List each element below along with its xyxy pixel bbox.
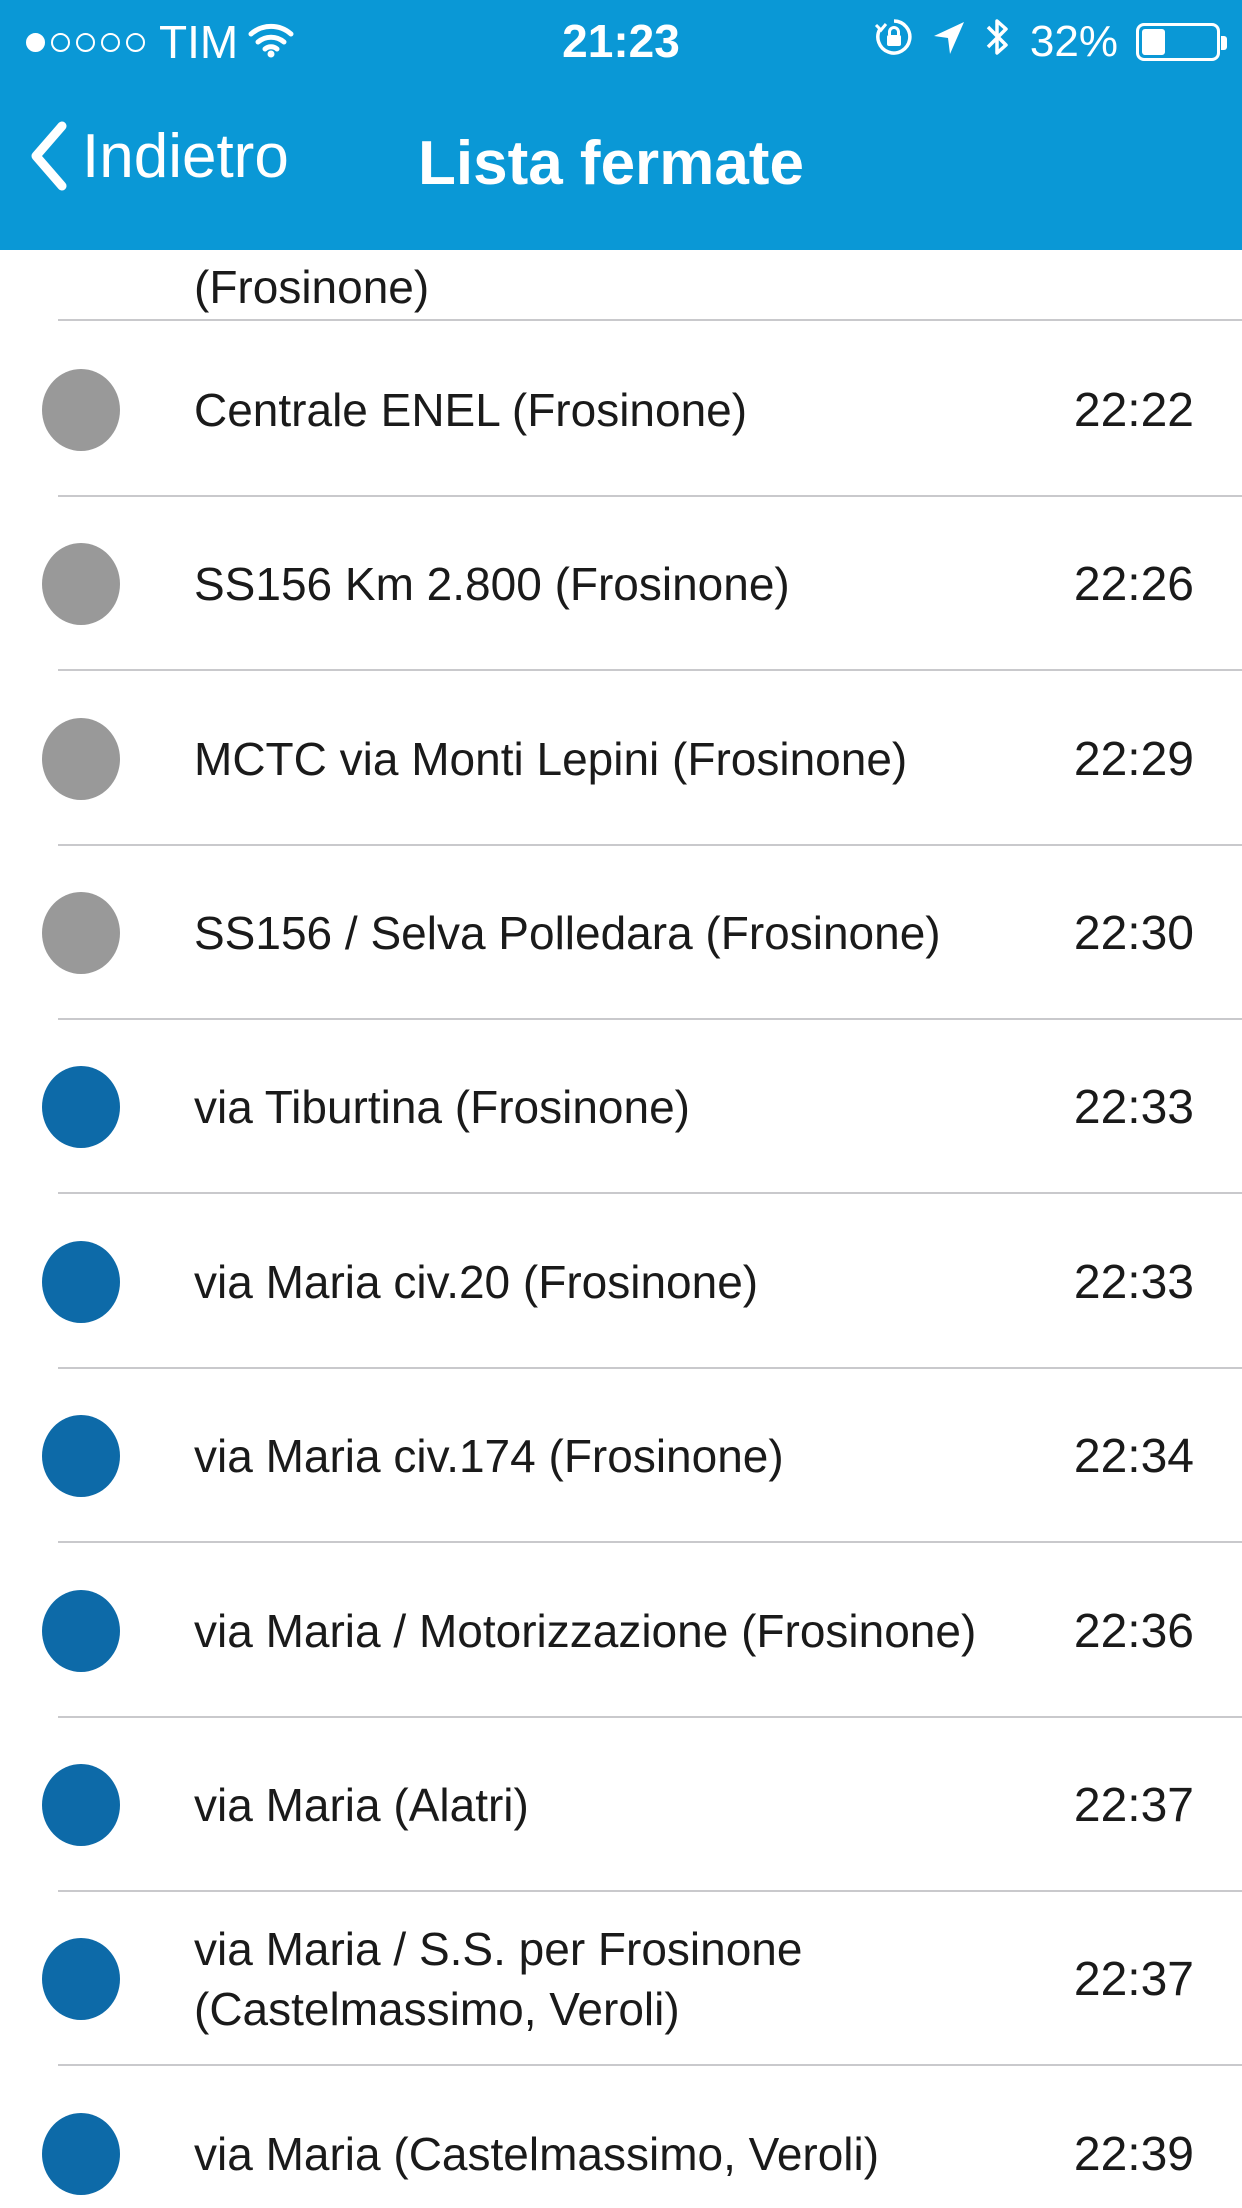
stop-time: 22:33	[1073, 1081, 1194, 1134]
stop-row[interactable]: MCTC via Monti Lepini (Frosinone) 22:29	[0, 672, 1242, 846]
stop-time: 22:33	[1073, 1256, 1194, 1309]
stop-row[interactable]: via Maria (Alatri) 22:37	[0, 1718, 1242, 1892]
stop-row[interactable]: SS156 Km 2.800 (Frosinone) 22:26	[0, 497, 1242, 671]
stop-list[interactable]: (Frosinone) Centrale ENEL (Frosinone) 22:2…	[0, 250, 1242, 2208]
bluetooth-icon	[984, 15, 1012, 70]
stop-status-dot	[42, 892, 120, 974]
stop-name: via Maria civ.20 (Frosinone)	[194, 1256, 759, 1308]
stop-status-dot	[42, 543, 120, 625]
stop-name: MCTC via Monti Lepini (Frosinone)	[194, 733, 908, 785]
stop-status-dot	[42, 369, 120, 451]
stop-row[interactable]: via Maria (Castelmassimo, Veroli) 22:39	[0, 2067, 1242, 2208]
back-button[interactable]: Indietro	[28, 120, 289, 192]
stop-time: 22:37	[1073, 1953, 1194, 2006]
battery-tip	[1221, 36, 1227, 50]
row-divider	[58, 2064, 1242, 2066]
stop-name: SS156 / Selva Polledara (Frosinone)	[194, 907, 941, 959]
stop-status-dot	[42, 1415, 120, 1497]
stop-row[interactable]: via Maria / Motorizzazione (Frosinone) 22…	[0, 1544, 1242, 1718]
stop-status-dot	[42, 1590, 120, 1672]
stop-status-dot	[42, 2113, 120, 2195]
stop-row[interactable]: SS156 / Selva Polledara (Frosinone) 22:30	[0, 846, 1242, 1020]
battery-icon	[1136, 23, 1227, 61]
stop-time: 22:37	[1073, 1779, 1194, 1832]
stop-name: via Maria (Alatri)	[194, 1779, 529, 1831]
status-right: 32%	[874, 14, 1227, 70]
stop-status-dot	[42, 718, 120, 800]
location-arrow-icon	[932, 17, 966, 67]
stop-name: Centrale ENEL (Frosinone)	[194, 384, 748, 436]
back-label: Indietro	[82, 121, 289, 191]
stop-row[interactable]: via Maria civ.174 (Frosinone) 22:34	[0, 1369, 1242, 1543]
stop-row[interactable]: (Frosinone)	[0, 250, 1242, 321]
battery-percent: 32%	[1029, 17, 1118, 66]
rotation-lock-icon	[874, 17, 914, 68]
stop-name: SS156 Km 2.800 (Frosinone)	[194, 558, 790, 610]
battery-level	[1142, 29, 1166, 55]
status-bar: TIM 21:23 32%	[0, 0, 1242, 84]
stop-name: via Maria / Motorizzazione (Frosinone)	[194, 1605, 977, 1657]
chevron-left-icon	[28, 120, 68, 192]
navigation-bar: Indietro Lista fermate	[0, 84, 1242, 250]
stop-time: 22:36	[1073, 1605, 1194, 1658]
stop-name: via Maria civ.174 (Frosinone)	[194, 1430, 784, 1482]
stop-row[interactable]: via Maria / S.S. per Frosinone (Castelma…	[0, 1892, 1242, 2066]
stop-name: (Frosinone)	[194, 261, 430, 313]
stop-row[interactable]: via Tiburtina (Frosinone) 22:33	[0, 1020, 1242, 1194]
stop-status-dot	[42, 1938, 120, 2020]
stop-status-dot	[42, 1066, 120, 1148]
stop-time: 22:39	[1073, 2128, 1194, 2181]
stop-time: 22:34	[1073, 1430, 1194, 1483]
row-divider	[58, 319, 1242, 321]
app-header: TIM 21:23 32% Indietro Lista fermate	[0, 0, 1242, 250]
stop-time: 22:29	[1073, 733, 1194, 786]
stop-name: via Tiburtina (Frosinone)	[194, 1081, 690, 1133]
row-divider	[58, 1541, 1242, 1543]
stop-time: 22:30	[1073, 907, 1194, 960]
row-divider	[58, 1192, 1242, 1194]
stop-time: 22:22	[1073, 384, 1194, 437]
stop-name: via Maria (Castelmassimo, Veroli)	[194, 2128, 880, 2180]
stop-time: 22:26	[1073, 558, 1194, 611]
stop-row[interactable]: Centrale ENEL (Frosinone) 22:22	[0, 323, 1242, 497]
stop-status-dot	[42, 1764, 120, 1846]
stop-name: via Maria / S.S. per Frosinone (Castelma…	[194, 1923, 803, 2035]
row-divider	[58, 669, 1242, 671]
stop-row[interactable]: via Maria civ.20 (Frosinone) 22:33	[0, 1195, 1242, 1369]
page-title: Lista fermate	[418, 129, 804, 198]
stop-status-dot	[42, 1241, 120, 1323]
